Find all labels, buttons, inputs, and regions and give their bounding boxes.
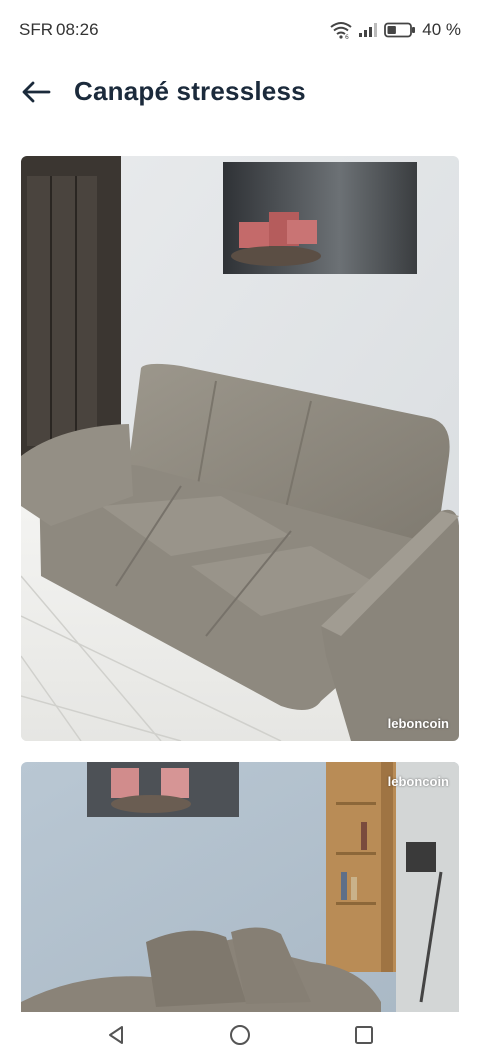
- recents-square-icon: [353, 1024, 375, 1051]
- watermark-label: leboncoin: [387, 774, 449, 789]
- arrow-left-icon: [21, 80, 51, 109]
- system-nav-bar: [0, 1012, 480, 1062]
- clock: 08:26: [56, 20, 99, 39]
- nav-recents-button[interactable]: [342, 1015, 386, 1059]
- nav-home-button[interactable]: [218, 1015, 262, 1059]
- page-title: Canapé stressless: [74, 76, 306, 106]
- carrier-label: SFR: [19, 20, 53, 39]
- watermark-label: leboncoin: [387, 716, 449, 731]
- nav-back-button[interactable]: [94, 1015, 138, 1059]
- status-left: SFR 08:26: [19, 20, 99, 40]
- battery-percent: 40 %: [422, 20, 461, 39]
- listing-photo-1[interactable]: leboncoin: [21, 156, 459, 741]
- status-bar: SFR 08:26 6 40 %: [0, 0, 480, 60]
- back-button[interactable]: [18, 76, 54, 112]
- battery-icon: [384, 22, 416, 38]
- sofa-photo-image: [21, 156, 459, 741]
- app-header: Canapé stressless: [0, 62, 480, 124]
- back-triangle-icon: [105, 1024, 127, 1051]
- wifi-icon: 6: [330, 21, 352, 39]
- status-right: 6 40 %: [330, 20, 461, 40]
- sofa-photo-image-2: [21, 762, 459, 1012]
- listing-photo-2[interactable]: leboncoin: [21, 762, 459, 1012]
- signal-icon: [358, 22, 378, 38]
- home-circle-icon: [228, 1023, 252, 1052]
- svg-text:6: 6: [345, 34, 349, 39]
